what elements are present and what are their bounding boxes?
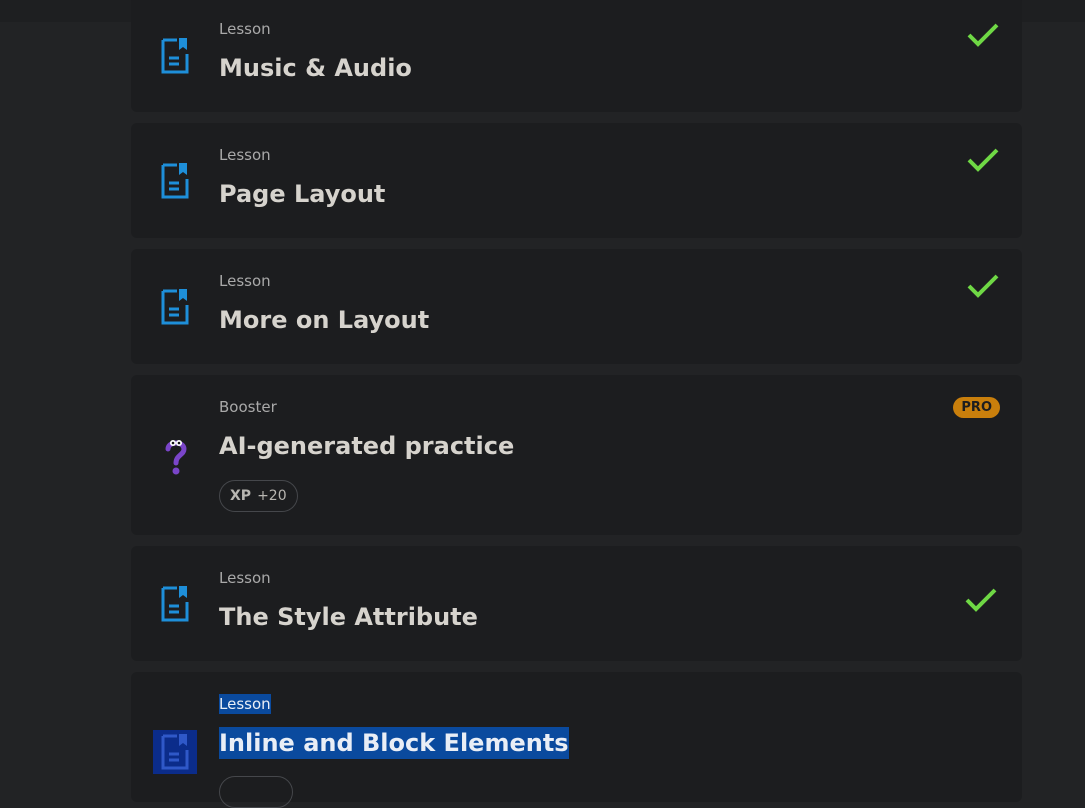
checkmark-icon: [967, 23, 999, 47]
lesson-type-label: Lesson: [219, 569, 271, 587]
booster-title: AI-generated practice: [219, 432, 515, 460]
lesson-title: Music & Audio: [219, 54, 412, 82]
xp-value: +20: [257, 488, 287, 504]
xp-reward-pill: [219, 776, 293, 808]
checkmark-icon: [965, 588, 997, 612]
lesson-title: More on Layout: [219, 306, 430, 334]
lesson-card-music-audio[interactable]: Lesson Music & Audio: [131, 0, 1022, 112]
lesson-card-inline-block[interactable]: Lesson Inline and Block Elements: [131, 672, 1022, 808]
lesson-card-style-attribute[interactable]: Lesson The Style Attribute: [131, 546, 1022, 661]
checkmark-icon: [967, 148, 999, 172]
question-mark-icon: [165, 440, 187, 475]
document-bookmark-icon: [161, 734, 189, 770]
lesson-title: Inline and Block Elements: [219, 727, 569, 759]
lesson-type-label: Lesson: [219, 146, 271, 164]
booster-card-ai-practice[interactable]: Booster AI-generated practice PRO XP +20: [131, 375, 1022, 535]
document-bookmark-icon: [161, 586, 189, 622]
lesson-type-label: Lesson: [219, 694, 271, 714]
booster-type-label: Booster: [219, 398, 277, 416]
xp-reward-pill: XP +20: [219, 480, 298, 512]
document-bookmark-icon: [161, 38, 189, 74]
xp-label: XP: [230, 488, 252, 504]
pro-badge: PRO: [953, 397, 1000, 418]
lesson-type-label: Lesson: [219, 272, 271, 290]
lesson-type-label: Lesson: [219, 20, 271, 38]
document-bookmark-icon: [161, 163, 189, 199]
lesson-title: The Style Attribute: [219, 603, 478, 631]
lesson-card-page-layout[interactable]: Lesson Page Layout: [131, 123, 1022, 238]
lesson-title: Page Layout: [219, 180, 386, 208]
checkmark-icon: [967, 274, 999, 298]
icon-selection-highlight: [153, 730, 197, 774]
lesson-card-more-on-layout[interactable]: Lesson More on Layout: [131, 249, 1022, 364]
document-bookmark-icon: [161, 289, 189, 325]
